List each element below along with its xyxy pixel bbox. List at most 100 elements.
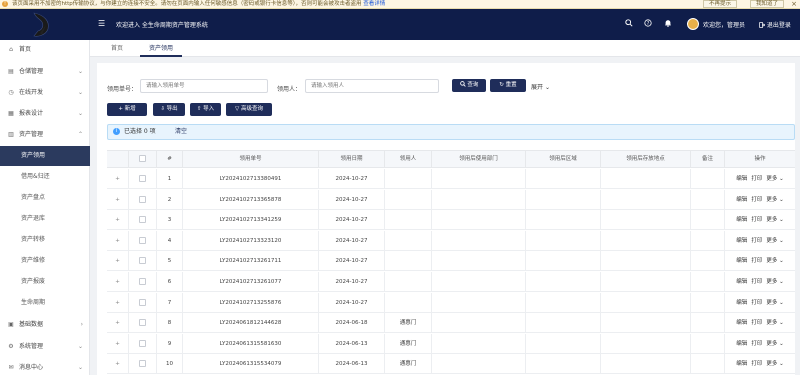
row-checkbox[interactable] — [129, 313, 157, 334]
row-expand-toggle[interactable]: + — [107, 272, 129, 292]
expand-toggle[interactable]: 展开 ⌄ — [531, 82, 550, 91]
row-checkbox[interactable] — [129, 251, 157, 272]
sidebar-item-system[interactable]: ⚙ 系统管理 ⌄ — [0, 337, 90, 357]
more-dropdown[interactable]: 更多 ⌄ — [766, 300, 783, 306]
search-icon[interactable] — [624, 19, 634, 29]
plus-icon: + — [115, 237, 120, 244]
sidebar-sub-asset-receive[interactable]: 资产领用 — [0, 146, 90, 166]
row-checkbox[interactable] — [129, 169, 157, 189]
print-link[interactable]: 打印 — [751, 320, 762, 326]
sidebar-item-basic-data[interactable]: ▣ 基础数据 › — [0, 315, 90, 335]
sidebar-item-report-design[interactable]: ▦ 报表设计 ⌄ — [0, 104, 90, 124]
edit-link[interactable]: 编辑 — [736, 341, 747, 347]
sidebar-sub-asset-repair[interactable]: 资产维修 — [0, 251, 90, 271]
sidebar-sub-borrow-return[interactable]: 借用&归还 — [0, 167, 90, 187]
row-checkbox[interactable] — [129, 230, 157, 251]
import-button[interactable]: ⇧ 导入 — [190, 103, 221, 116]
table-row[interactable]: +9 LY2024061315581630 2024-06-13 通惠门 编辑 打印 更多 … — [107, 333, 795, 354]
row-expand-toggle[interactable]: + — [107, 169, 129, 189]
export-button[interactable]: ⇩ 导出 — [153, 103, 185, 116]
print-link[interactable]: 打印 — [751, 176, 762, 182]
sidebar-item-asset-management[interactable]: ▥ 资产管理 ⌃ — [0, 125, 90, 145]
avatar[interactable] — [687, 18, 699, 30]
sidebar-item-messages[interactable]: ✉ 消息中心 ⌄ — [0, 358, 90, 375]
row-checkbox[interactable] — [129, 354, 157, 375]
close-icon[interactable]: × — [791, 0, 797, 8]
print-link[interactable]: 打印 — [751, 197, 762, 203]
table-row[interactable]: +7 LY2024102713255876 2024-10-27 编辑 打印 更多 ⌄ — [107, 292, 795, 313]
more-dropdown[interactable]: 更多 ⌄ — [766, 217, 783, 223]
print-link[interactable]: 打印 — [751, 258, 762, 264]
table-row[interactable]: +6 LY2024102713261077 2024-10-27 编辑 打印 更多 ⌄ — [107, 272, 795, 292]
edit-link[interactable]: 编辑 — [736, 197, 747, 203]
more-dropdown[interactable]: 更多 ⌄ — [766, 197, 783, 203]
edit-link[interactable]: 编辑 — [736, 217, 747, 223]
edit-link[interactable]: 编辑 — [736, 238, 747, 244]
warning-details-link[interactable]: 查看详情 — [363, 1, 385, 7]
more-dropdown[interactable]: 更多 ⌄ — [766, 320, 783, 326]
print-link[interactable]: 打印 — [751, 341, 762, 347]
row-expand-toggle[interactable]: + — [107, 292, 129, 313]
more-dropdown[interactable]: 更多 ⌄ — [766, 279, 783, 285]
sidebar-item-online-dev[interactable]: ◷ 在线开发 ⌄ — [0, 83, 90, 103]
edit-link[interactable]: 编辑 — [736, 320, 747, 326]
row-expand-toggle[interactable]: + — [107, 354, 129, 375]
receiver-input[interactable] — [305, 79, 439, 93]
sidebar-sub-asset-return[interactable]: 资产退库 — [0, 209, 90, 229]
more-dropdown[interactable]: 更多 ⌄ — [766, 258, 783, 264]
more-dropdown[interactable]: 更多 ⌄ — [766, 361, 783, 367]
select-all-checkbox[interactable] — [129, 151, 157, 168]
sidebar-item-warehouse[interactable]: ▤ 仓储管理 ⌄ — [0, 62, 90, 82]
reset-button[interactable]: ↻ 重置 — [490, 79, 526, 92]
add-button[interactable]: + 新增 — [107, 103, 147, 116]
row-checkbox[interactable] — [129, 292, 157, 313]
row-checkbox[interactable] — [129, 333, 157, 354]
sidebar-sub-asset-scrap[interactable]: 资产报废 — [0, 272, 90, 292]
search-button[interactable]: 查询 — [452, 79, 486, 92]
menu-toggle-icon[interactable]: ☰ — [98, 20, 105, 28]
help-icon[interactable]: ? — [643, 19, 653, 29]
logout-button[interactable]: 退出登录 — [759, 20, 791, 29]
edit-link[interactable]: 编辑 — [736, 300, 747, 306]
print-link[interactable]: 打印 — [751, 217, 762, 223]
table-row[interactable]: +1 LY20241027133804​91 2024-10-27 编辑 打印 更多 ⌄ — [107, 169, 795, 189]
table-row[interactable]: +5 LY2024102713261711 2024-10-27 编辑 打印 更多 ⌄ — [107, 251, 795, 272]
more-dropdown[interactable]: 更多 ⌄ — [766, 341, 783, 347]
edit-link[interactable]: 编辑 — [736, 279, 747, 285]
row-expand-toggle[interactable]: + — [107, 313, 129, 334]
more-dropdown[interactable]: 更多 ⌄ — [766, 176, 783, 182]
print-link[interactable]: 打印 — [751, 361, 762, 367]
table-row[interactable]: +4 LY2024102713323120 2024-10-27 编辑 打印 更多 ⌄ — [107, 230, 795, 251]
dont-remind-button[interactable]: 不再提示 — [703, 0, 738, 8]
row-checkbox[interactable] — [129, 210, 157, 231]
row-checkbox[interactable] — [129, 272, 157, 292]
edit-link[interactable]: 编辑 — [736, 361, 747, 367]
edit-link[interactable]: 编辑 — [736, 258, 747, 264]
tab-home[interactable]: 首页 — [102, 40, 132, 57]
table-row[interactable]: +3 LY2024102713341259 2024-10-27 编辑 打印 更多 ⌄ — [107, 210, 795, 231]
order-no-input[interactable] — [140, 79, 268, 93]
row-expand-toggle[interactable]: + — [107, 251, 129, 272]
row-expand-toggle[interactable]: + — [107, 230, 129, 251]
row-expand-toggle[interactable]: + — [107, 333, 129, 354]
table-row[interactable]: +10 LY2024061315534079 2024-06-13 通惠门 编辑 打印 更多… — [107, 354, 795, 375]
row-expand-toggle[interactable]: + — [107, 210, 129, 231]
tab-asset-receive[interactable]: 资产领用 — [140, 40, 182, 57]
print-link[interactable]: 打印 — [751, 238, 762, 244]
row-expand-toggle[interactable]: + — [107, 189, 129, 210]
print-link[interactable]: 打印 — [751, 300, 762, 306]
sidebar-sub-asset-transfer[interactable]: 资产转移 — [0, 230, 90, 250]
print-link[interactable]: 打印 — [751, 279, 762, 285]
row-checkbox[interactable] — [129, 189, 157, 210]
sidebar-item-home[interactable]: ⌂ 首页 — [0, 40, 90, 60]
table-row[interactable]: +8 LY2024061812144628 2024-06-18 通惠门 编辑 打印 更多 … — [107, 313, 795, 334]
sidebar-sub-asset-inventory[interactable]: 资产盘点 — [0, 188, 90, 208]
more-dropdown[interactable]: 更多 ⌄ — [766, 238, 783, 244]
bell-icon[interactable] — [663, 19, 673, 29]
got-it-button[interactable]: 我知道了 — [750, 0, 785, 8]
clear-selection-link[interactable]: 清空 — [175, 125, 187, 139]
sidebar-sub-lifecycle[interactable]: 生命周期 — [0, 293, 90, 313]
advanced-search-button[interactable]: ▽ 高级查询 — [226, 103, 272, 116]
table-row[interactable]: +2 LY2024102713365878 2024-10-27 编辑 打印 更多 ⌄ — [107, 189, 795, 210]
edit-link[interactable]: 编辑 — [736, 176, 747, 182]
